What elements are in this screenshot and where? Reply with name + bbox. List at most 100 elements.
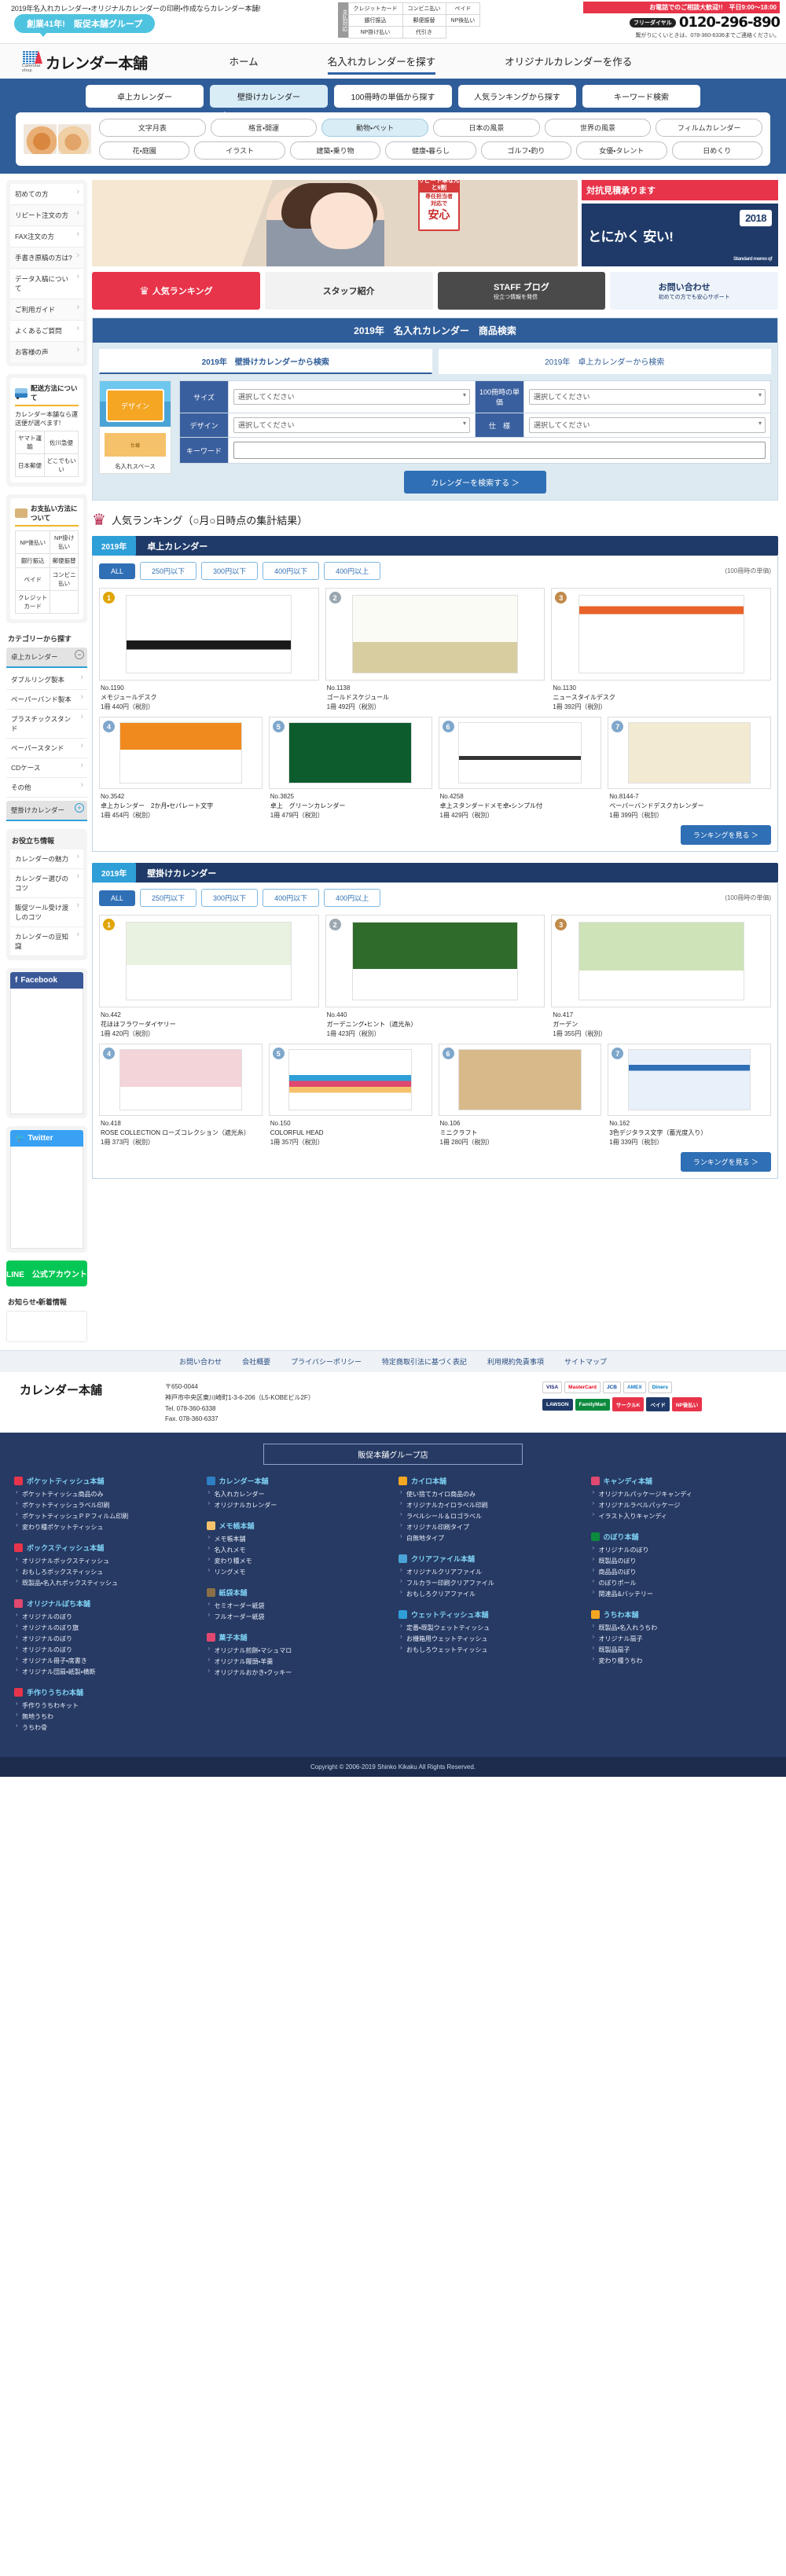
group-link[interactable]: 商品品のぼり	[591, 1566, 773, 1578]
guide-item[interactable]: ご利用ガイド	[10, 299, 83, 321]
price-filter-button[interactable]: ALL	[99, 890, 136, 906]
group-header[interactable]: キャンディ本舗	[590, 1476, 773, 1486]
group-link[interactable]: オリジナル饅頭・羊羹	[207, 1656, 388, 1668]
price-filter-row[interactable]: ALL 250円以下 300円以下 400円以下 400円以上 (100冊時の単価)	[99, 562, 771, 580]
group-link[interactable]: 変わり種ポケットティッシュ	[14, 1521, 196, 1533]
twitter-feed[interactable]	[10, 1147, 83, 1249]
category-chip[interactable]: 女優・タレント	[576, 141, 667, 160]
product-thumbnail[interactable]: 5	[268, 717, 432, 789]
category-sub-item[interactable]: その他	[6, 778, 87, 798]
footer-nav-link[interactable]: 会社概要	[242, 1356, 270, 1367]
search-type-tab[interactable]: 卓上カレンダー	[86, 85, 204, 108]
category-chip[interactable]: 日めくり	[671, 141, 762, 160]
product-thumbnail[interactable]: 4	[99, 717, 263, 789]
group-link[interactable]: ポケットティッシュＰＰフィルム印刷	[14, 1510, 196, 1522]
guide-item[interactable]: お客様の声	[10, 342, 83, 362]
category-chip[interactable]: 花・庭園	[99, 141, 190, 160]
product-card[interactable]: 2 No.440 ガーデニング・ヒント（遮光糸） 1冊 423円（税別）	[325, 915, 545, 1039]
product-card[interactable]: 7 No.162 3色デジタラス文字（蓄光度入り） 1冊 339円（税別）	[608, 1044, 771, 1147]
guide-list[interactable]: 初めての方リピート注文の方FAX注文の方手書き原稿の方は?データ入稿についてご利…	[10, 184, 83, 362]
group-link[interactable]: オリジナルラベルパッケージ	[591, 1499, 773, 1511]
promo-banner[interactable]: お問い合わせ 初めての方でも安心サポート	[610, 272, 778, 310]
useful-item[interactable]: カレンダーの豆知識	[10, 927, 83, 957]
group-header[interactable]: 手作りうちわ本舗	[14, 1687, 196, 1697]
category-chip[interactable]: 健康・暮らし	[385, 141, 476, 160]
product-thumbnail[interactable]: 7	[608, 717, 771, 789]
category-chip[interactable]: イラスト	[194, 141, 285, 160]
group-link-list[interactable]: オリジナル煎餅・マシュマロオリジナル饅頭・羊羹オリジナルおかき・クッキー	[207, 1645, 388, 1679]
search-type-tab[interactable]: キーワード検索	[582, 85, 700, 108]
group-link[interactable]: オリジナル団扇・紙製・横断	[14, 1666, 196, 1678]
group-link[interactable]: オリジナルカレンダー	[207, 1499, 388, 1511]
footer-nav-link[interactable]: 利用規約免責事項	[487, 1356, 544, 1367]
group-header[interactable]: 紙袋本舗	[206, 1587, 388, 1598]
group-link-list[interactable]: 既製品・名入れうちわオリジナル扇子既製品扇子変わり種うちわ	[591, 1622, 773, 1667]
field-size[interactable]: 選択してください	[228, 380, 476, 413]
price-filter-button[interactable]: 250円以下	[140, 562, 197, 580]
price-filter-button[interactable]: 400円以上	[324, 889, 381, 907]
product-thumbnail[interactable]: 3	[551, 915, 771, 1007]
nav-item[interactable]: 名入れカレンダーを探す	[327, 49, 435, 75]
line-account-button[interactable]: LINE 公式アカウント	[6, 1260, 87, 1287]
product-card[interactable]: 3 No.1130 ニュースタイルデスク 1冊 392円（税別）	[551, 588, 771, 712]
group-link[interactable]: オリジナル扇子	[591, 1633, 773, 1645]
group-link-list[interactable]: オリジナルクリアファイルフルカラー印刷クリアファイルおもしろクリアファイル	[399, 1566, 580, 1600]
product-card[interactable]: 2 No.1138 ゴールドスケジュール 1冊 492円（税別）	[325, 588, 545, 712]
group-header[interactable]: メモ帳本舗	[206, 1521, 388, 1531]
category-chip[interactable]: 日本の風景	[433, 119, 540, 137]
guide-item[interactable]: よくあるご質問	[10, 321, 83, 342]
footer-nav-link[interactable]: 特定商取引法に基づく表記	[382, 1356, 467, 1367]
search-type-tab[interactable]: 100冊時の単価から探す	[334, 85, 452, 108]
product-card[interactable]: 1 No.442 花ほほフラワーダイヤリー 1冊 420円（税別）	[99, 915, 319, 1039]
search-submit-button[interactable]: カレンダーを検索する ＞	[404, 471, 546, 494]
group-link[interactable]: オリジナル冊子・席書き	[14, 1655, 196, 1667]
select-input[interactable]: 選択してください	[233, 389, 470, 405]
group-link[interactable]: お機箱用ウェットティッシュ	[399, 1633, 580, 1645]
select-wrapper[interactable]: 選択してください	[529, 417, 766, 433]
group-header[interactable]: のぼり本舗	[590, 1532, 773, 1542]
product-thumbnail[interactable]: 2	[325, 588, 545, 681]
product-thumbnail[interactable]: 1	[99, 915, 319, 1007]
group-link[interactable]: うちわ骨	[14, 1722, 196, 1734]
facebook-feed[interactable]	[10, 989, 83, 1115]
group-link[interactable]: メモ帳本舗	[207, 1533, 388, 1545]
group-link-list[interactable]: 定番・既製ウェットティッシュお機箱用ウェットティッシュおもしろウェットティッシュ	[399, 1622, 580, 1656]
group-link[interactable]: 変わり種うちわ	[591, 1655, 773, 1667]
group-header[interactable]: 菓子本舗	[206, 1632, 388, 1642]
group-link[interactable]: オリジナルのぼり	[14, 1644, 196, 1656]
field-spec[interactable]: 選択してください	[523, 413, 771, 438]
main-navigation[interactable]: ホーム 名入れカレンダーを探す オリジナルカレンダーを作る	[195, 49, 667, 75]
group-link[interactable]: リングメモ	[207, 1566, 388, 1578]
accordion-wall-calendar[interactable]: 壁掛けカレンダー +	[6, 801, 87, 822]
footer-nav-link[interactable]: サイトマップ	[564, 1356, 607, 1367]
select-wrapper[interactable]: 選択してください	[233, 417, 470, 433]
group-link-list[interactable]: セミオーダー紙袋フルオーダー紙袋	[207, 1600, 388, 1623]
price-filter-button[interactable]: ALL	[99, 563, 136, 579]
group-link[interactable]: 手作りうちわキット	[14, 1700, 196, 1712]
footer-navigation[interactable]: お問い合わせ 会社概要 プライバシーポリシー 特定商取引法に基づく表記 利用規約免責事項…	[0, 1350, 786, 1373]
group-header[interactable]: カイロ本舗	[399, 1476, 580, 1486]
guide-item[interactable]: 手書き原稿の方は?	[10, 248, 83, 269]
search-type-tab[interactable]: 壁掛けカレンダー	[210, 85, 328, 108]
category-chip[interactable]: 文字月表	[99, 119, 206, 137]
price-filter-button[interactable]: 300円以下	[201, 562, 259, 580]
group-link[interactable]: ポケットティッシュラベル印刷	[14, 1499, 196, 1511]
group-link[interactable]: フルカラー印刷クリアファイル	[399, 1577, 580, 1589]
group-link-list[interactable]: オリジナルパッケージキャンディオリジナルラベルパッケージイラスト入りキャンディ	[591, 1488, 773, 1522]
group-link[interactable]: オリジナル煎餅・マシュマロ	[207, 1645, 388, 1657]
product-card[interactable]: 6 No.4258 卓上スタンダードメモ卓・シンプル付 1冊 429円（税別）	[438, 717, 602, 820]
group-link[interactable]: 無地うちわ	[14, 1711, 196, 1723]
product-thumbnail[interactable]: 2	[325, 915, 545, 1007]
group-link-list[interactable]: オリジナルのぼり既製品のぼり商品品のぼりのぼりポール関連品&バッテリー	[591, 1544, 773, 1600]
field-unitprice[interactable]: 選択してください	[523, 380, 771, 413]
group-header[interactable]: クリアファイル本舗	[399, 1554, 580, 1564]
product-card[interactable]: 5 No.150 COLORFUL HEAD 1冊 357円（税別）	[268, 1044, 432, 1147]
group-link[interactable]: 定番・既製ウェットティッシュ	[399, 1622, 580, 1634]
product-thumbnail[interactable]: 6	[438, 1044, 602, 1116]
price-filter-button[interactable]: 300円以下	[201, 889, 259, 907]
category-chip-row-2[interactable]: 花・庭園 イラスト 建築・乗り物 健康・暮らし ゴルフ・釣り 女優・タレント 日めくり	[99, 141, 762, 160]
category-chip[interactable]: 世界の風景	[544, 119, 652, 137]
group-link[interactable]: オリジナルのぼり旗	[14, 1622, 196, 1634]
product-card[interactable]: 5 No.3825 卓上 グリーンカレンダー 1冊 479円（税別）	[268, 717, 432, 820]
guide-item[interactable]: データ入稿について	[10, 269, 83, 299]
